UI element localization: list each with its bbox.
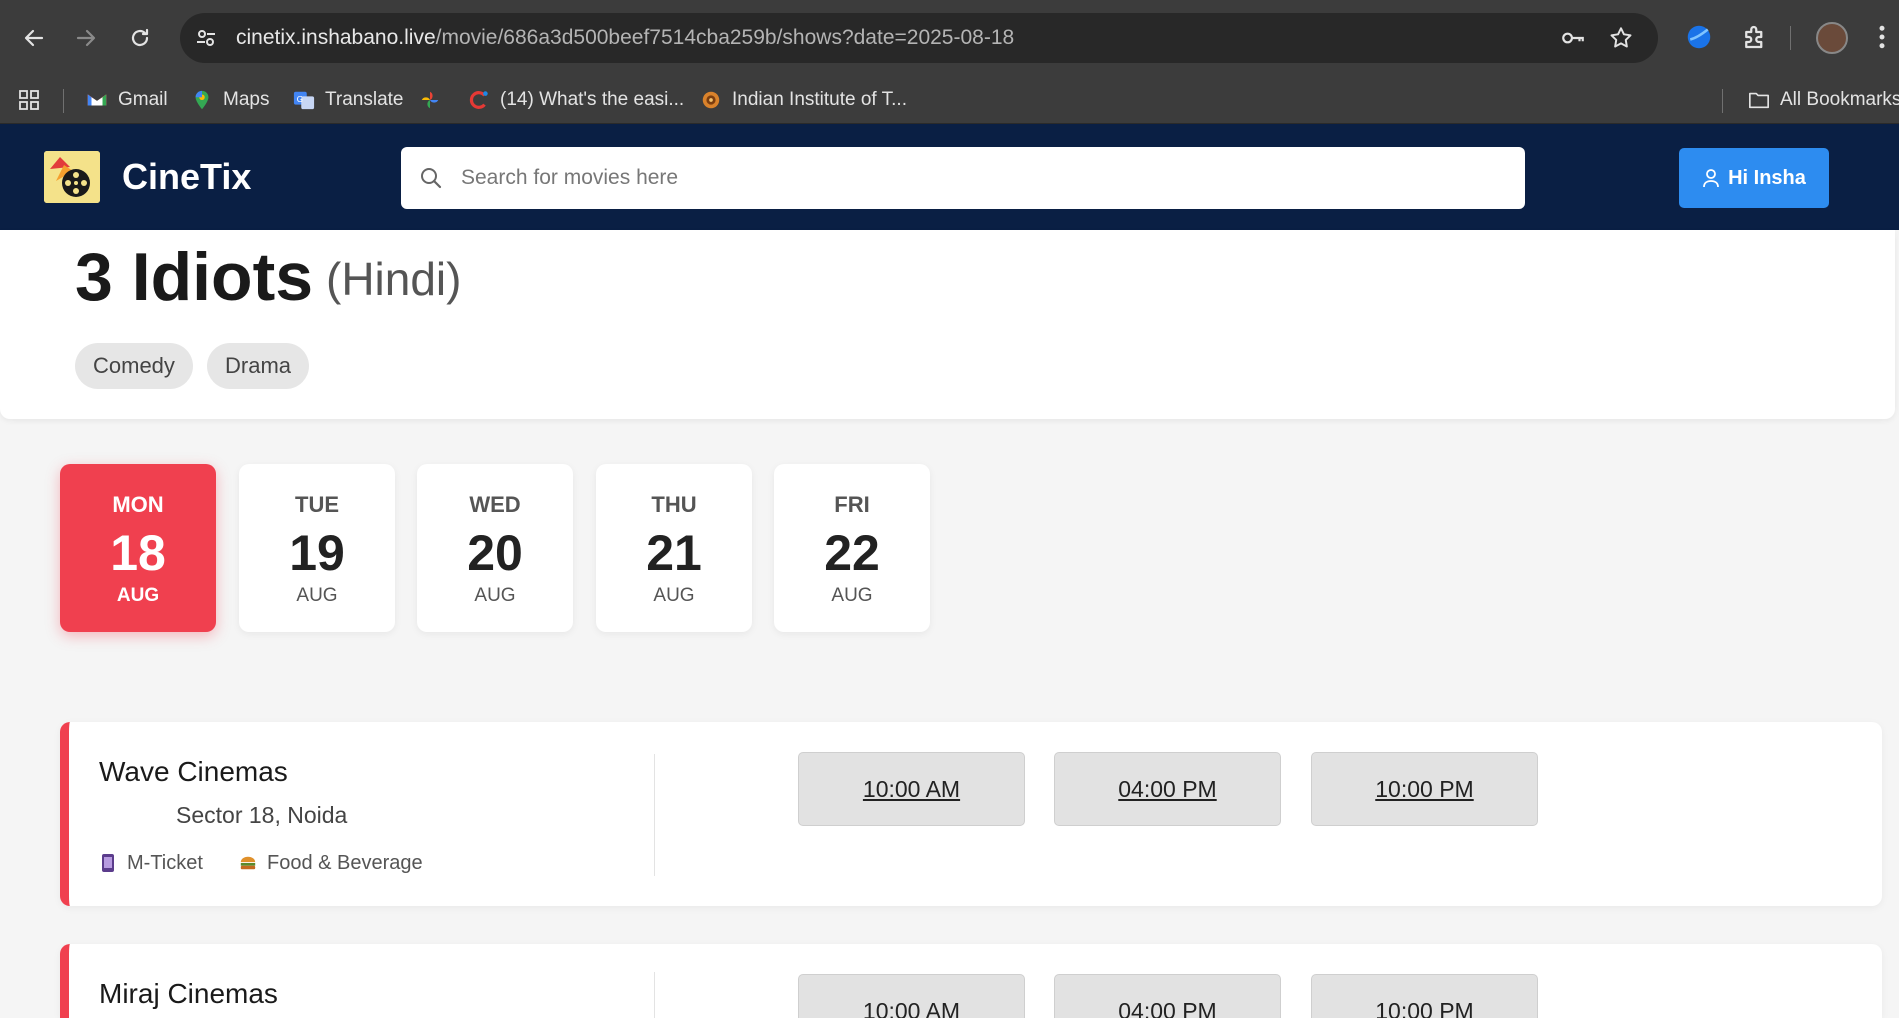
- back-button[interactable]: [16, 20, 52, 56]
- showtime-button[interactable]: 10:00 PM: [1311, 752, 1538, 826]
- bookmark-label: Gmail: [118, 89, 168, 110]
- date-option-thu-21[interactable]: THU 21 AUG: [596, 464, 752, 632]
- all-bookmarks-button[interactable]: All Bookmarks: [1748, 76, 1899, 124]
- showtime-button[interactable]: 10:00 PM: [1311, 974, 1538, 1018]
- date-option-tue-19[interactable]: TUE 19 AUG: [239, 464, 395, 632]
- maps-pin-icon: [195, 90, 209, 110]
- genre-tag: Drama: [207, 343, 310, 389]
- showtime-button[interactable]: 04:00 PM: [1054, 974, 1281, 1018]
- cinetix-logo[interactable]: [44, 151, 100, 203]
- address-bar[interactable]: cinetix.inshabano.live/movie/686a3d500be…: [180, 13, 1658, 63]
- feature-food-beverage: Food & Beverage: [239, 849, 423, 877]
- genre-tag: Comedy: [75, 343, 193, 389]
- movie-title: 3 Idiots: [75, 239, 314, 315]
- url-path: /movie/686a3d500beef7514cba259b/shows?da…: [435, 26, 1015, 49]
- feature-label: Food & Beverage: [267, 851, 423, 874]
- translate-icon: G: [293, 91, 315, 110]
- theatre-location: Sector 18, Noida: [176, 802, 348, 828]
- extension-globe-icon[interactable]: [1684, 22, 1714, 52]
- bookmark-label: Translate: [325, 89, 404, 110]
- reload-icon: [131, 28, 149, 47]
- bookmark-label: Maps: [223, 89, 270, 110]
- date-number: 21: [646, 525, 702, 581]
- showtime-button[interactable]: 04:00 PM: [1054, 752, 1281, 826]
- theatre-card-miraj-cinemas: Miraj Cinemas 10:00 AM 04:00 PM 10:00 PM: [60, 944, 1882, 1018]
- url-host: cinetix.inshabano.live: [236, 26, 436, 49]
- brand-name[interactable]: CineTix: [122, 124, 251, 230]
- password-key-icon[interactable]: [1560, 25, 1586, 51]
- date-number: 20: [467, 525, 523, 581]
- folder-icon: [1749, 92, 1769, 109]
- date-month: AUG: [653, 585, 695, 606]
- pinwheel-icon: [421, 91, 439, 109]
- theatre-divider: [654, 972, 655, 1018]
- theatre-name: Miraj Cinemas: [99, 978, 278, 1009]
- svg-text:G: G: [297, 94, 303, 104]
- url-text[interactable]: cinetix.inshabano.live/movie/686a3d500be…: [236, 13, 1014, 63]
- search-input[interactable]: [461, 147, 1501, 209]
- movie-language: (Hindi): [326, 253, 462, 305]
- bookmark-iit[interactable]: Indian Institute of T...: [700, 76, 907, 124]
- movie-info-card: 3 Idiots (Hindi) Comedy Drama: [0, 230, 1895, 419]
- extensions-puzzle-icon[interactable]: [1740, 22, 1770, 52]
- date-weekday: THU: [651, 492, 697, 517]
- date-number: 22: [824, 525, 880, 581]
- date-option-fri-22[interactable]: FRI 22 AUG: [774, 464, 930, 632]
- apps-grid-icon: [19, 90, 39, 110]
- reload-button[interactable]: [122, 20, 158, 56]
- user-greeting: Hi Insha: [1728, 166, 1806, 189]
- user-account-button[interactable]: Hi Insha: [1679, 148, 1829, 208]
- theatre-card-wave-cinemas: Wave Cinemas Sector 18, Noida M-Ticket F…: [60, 722, 1882, 906]
- toolbar-divider: [1790, 26, 1791, 50]
- kebab-menu-icon[interactable]: [1872, 22, 1892, 52]
- date-month: AUG: [296, 585, 338, 606]
- institute-seal-icon: [702, 91, 720, 109]
- apps-button[interactable]: [18, 76, 40, 124]
- date-weekday: TUE: [295, 492, 339, 517]
- date-month: AUG: [474, 585, 516, 606]
- bookmarks-divider: [63, 89, 64, 113]
- bookmark-translate[interactable]: G Translate: [293, 76, 404, 124]
- date-month: AUG: [831, 585, 873, 606]
- bookmark-label: Indian Institute of T...: [732, 89, 907, 110]
- feature-label: M-Ticket: [127, 851, 203, 874]
- bookmarks-divider: [1722, 89, 1723, 113]
- bookmark-label: (14) What's the easi...: [500, 89, 685, 110]
- date-weekday: WED: [469, 492, 521, 517]
- showtime-button[interactable]: 10:00 AM: [798, 974, 1025, 1018]
- date-option-mon-18[interactable]: MON 18 AUG: [60, 464, 216, 632]
- date-weekday: MON: [112, 492, 164, 517]
- bookmark-photos[interactable]: [419, 76, 451, 124]
- bookmark-star-icon[interactable]: [1608, 25, 1634, 51]
- arrow-left-icon: [24, 29, 44, 47]
- site-settings-icon[interactable]: [194, 26, 218, 50]
- app-header: CineTix Hi Insha: [0, 124, 1899, 230]
- date-number: 18: [110, 525, 166, 581]
- showtime-button[interactable]: 10:00 AM: [798, 752, 1025, 826]
- date-option-wed-20[interactable]: WED 20 AUG: [417, 464, 573, 632]
- theatre-name: Wave Cinemas: [99, 756, 288, 787]
- user-icon: [1703, 169, 1719, 188]
- bookmark-gmail[interactable]: Gmail: [86, 76, 168, 124]
- all-bookmarks-label: All Bookmarks: [1780, 89, 1899, 110]
- theatre-divider: [654, 754, 655, 876]
- search-bar[interactable]: [401, 147, 1525, 209]
- browser-toolbar: cinetix.inshabano.live/movie/686a3d500be…: [0, 0, 1899, 76]
- date-month: AUG: [116, 585, 160, 606]
- feature-m-ticket: M-Ticket: [99, 849, 203, 877]
- burger-icon: [240, 856, 256, 870]
- red-c-icon: [469, 91, 488, 109]
- forward-button[interactable]: [68, 20, 104, 56]
- date-number: 19: [289, 525, 345, 581]
- arrow-right-icon: [76, 29, 96, 47]
- profile-avatar[interactable]: [1816, 22, 1848, 54]
- gmail-icon: [87, 94, 107, 106]
- date-weekday: FRI: [834, 492, 870, 517]
- bookmarks-bar: Gmail Maps G Translate (14) What's the e…: [0, 76, 1899, 124]
- film-reel-logo-icon: [44, 151, 100, 203]
- mobile-ticket-icon: [102, 854, 114, 872]
- bookmark-quora[interactable]: (14) What's the easi...: [468, 76, 684, 124]
- search-icon: [421, 168, 442, 189]
- bookmark-maps[interactable]: Maps: [191, 76, 269, 124]
